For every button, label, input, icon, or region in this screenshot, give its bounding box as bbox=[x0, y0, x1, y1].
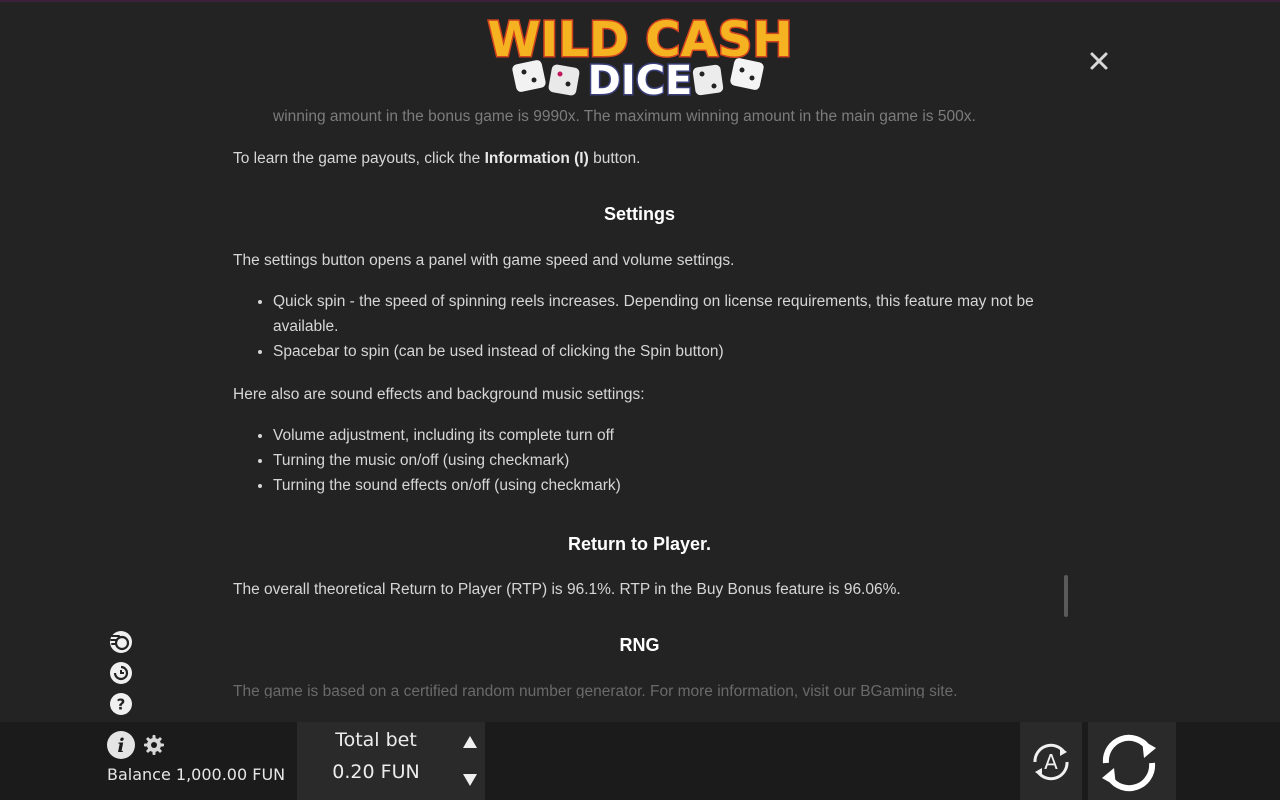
top-accent-line bbox=[0, 0, 1280, 2]
rtp-text: The overall theoretical Return to Player… bbox=[233, 581, 901, 598]
svg-text:?: ? bbox=[117, 696, 126, 714]
gear-icon[interactable] bbox=[143, 734, 165, 756]
bet-arrows-panel bbox=[455, 722, 485, 800]
scrollbar[interactable] bbox=[1064, 575, 1068, 617]
faded-text-bottom: The game is based on a certified random … bbox=[233, 683, 958, 698]
sound-list: Volume adjustment, including its complet… bbox=[233, 423, 1053, 498]
arrow-down-icon[interactable] bbox=[462, 773, 478, 787]
total-bet-panel: Total bet 0.20 FUN bbox=[297, 722, 455, 800]
svg-text:i: i bbox=[117, 735, 124, 757]
svg-text:A: A bbox=[1044, 750, 1058, 774]
arrow-up-icon[interactable] bbox=[462, 735, 478, 749]
svg-text:DICE: DICE bbox=[588, 58, 693, 100]
total-bet-value: 0.20 FUN bbox=[332, 761, 420, 783]
faded-text-top: winning amount in the bonus game is 9990… bbox=[273, 108, 976, 125]
game-logo: WILD CASH DICE bbox=[486, 11, 794, 101]
learn-payouts-text: To learn the game payouts, click the Inf… bbox=[233, 150, 641, 167]
information-bold: Information (I) bbox=[484, 150, 589, 167]
info-icon[interactable]: i bbox=[106, 730, 136, 760]
rtp-heading: Return to Player. bbox=[567, 534, 712, 554]
rng-heading: RNG bbox=[619, 635, 660, 655]
settings-list: Quick spin - the speed of spinning reels… bbox=[233, 289, 1053, 364]
spin-icon[interactable] bbox=[1094, 728, 1164, 798]
list-item: Volume adjustment, including its complet… bbox=[273, 423, 1053, 448]
sound-intro: Here also are sound effects and backgrou… bbox=[233, 386, 645, 403]
help-icon[interactable]: ? bbox=[107, 690, 135, 718]
balance-display: Balance 1,000.00 FUN bbox=[107, 765, 286, 784]
history-icon[interactable] bbox=[107, 659, 135, 687]
list-item: Spacebar to spin (can be used instead of… bbox=[273, 339, 1053, 364]
settings-heading: Settings bbox=[603, 204, 675, 224]
list-item: Turning the music on/off (using checkmar… bbox=[273, 448, 1053, 473]
total-bet-label: Total bet bbox=[335, 729, 417, 751]
rules-content[interactable]: winning amount in the bonus game is 9990… bbox=[233, 98, 1053, 698]
list-item: Quick spin - the speed of spinning reels… bbox=[273, 289, 1053, 339]
quick-spin-icon[interactable] bbox=[107, 628, 135, 656]
settings-intro: The settings button opens a panel with g… bbox=[233, 252, 735, 269]
list-item: Turning the sound effects on/off (using … bbox=[273, 473, 1053, 498]
autoplay-icon[interactable]: A bbox=[1026, 737, 1076, 787]
close-icon[interactable] bbox=[1086, 48, 1112, 74]
